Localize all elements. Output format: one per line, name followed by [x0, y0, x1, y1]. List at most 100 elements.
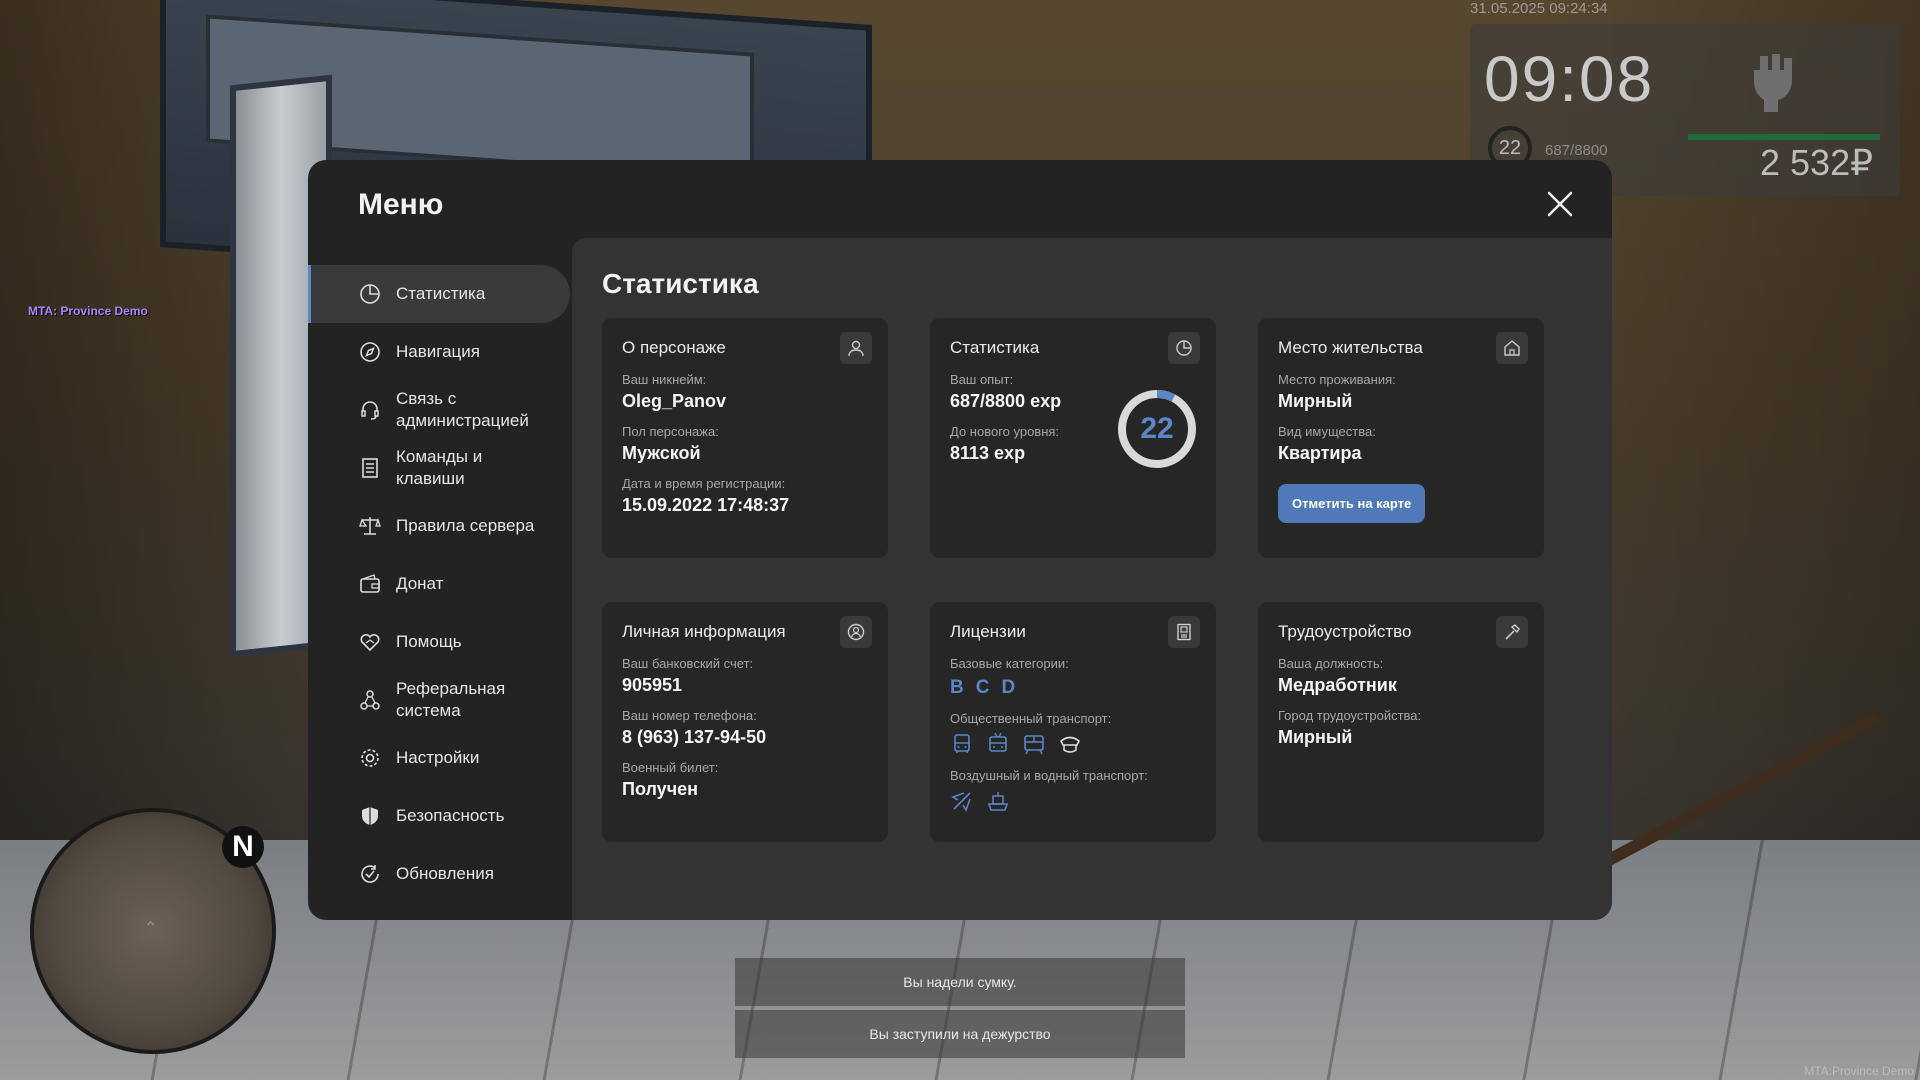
section-title: Статистика	[602, 268, 759, 299]
sidebar-item-navigation[interactable]: Навигация	[308, 323, 570, 381]
sidebar: Статистика Навигация Связь с администрац…	[308, 265, 570, 903]
bank-account-value: 905951	[622, 675, 683, 695]
sidebar-item-statistics[interactable]: Статистика	[308, 265, 570, 323]
pie-chart-icon	[358, 282, 382, 306]
sidebar-item-rules[interactable]: Правила сервера	[308, 497, 570, 555]
close-icon[interactable]	[1546, 190, 1574, 218]
sidebar-item-label: Реферальная система	[396, 679, 506, 720]
public-transport-licenses	[950, 732, 1196, 756]
server-label: MTA: Province Demo	[28, 304, 148, 318]
menu-title: Меню	[358, 188, 444, 221]
hud-health-bar	[1688, 134, 1880, 140]
sidebar-item-contact-admin[interactable]: Связь с администрацией	[308, 381, 570, 439]
north-indicator: N	[222, 826, 264, 868]
residence-place-label: Место проживания:	[1278, 372, 1396, 387]
air-water-licenses	[950, 789, 1196, 813]
sidebar-item-label: Статистика	[396, 284, 486, 303]
card-title: О персонаже	[622, 338, 726, 357]
card-title: Лицензии	[950, 622, 1026, 641]
player-arrow-icon: ⌃	[144, 920, 158, 937]
base-categories-label: Базовые категории:	[950, 656, 1069, 671]
tram-icon	[1024, 735, 1044, 755]
bus-icon	[954, 734, 970, 753]
sidebar-item-label: Команды и клавиши	[396, 447, 483, 488]
hud-datetime: 31.05.2025 09:24:34	[1470, 0, 1608, 17]
gear-icon	[358, 746, 382, 770]
sidebar-item-updates[interactable]: Обновления	[308, 845, 570, 903]
menu-window: Меню Статистика Навигация Связь с админи…	[308, 160, 1612, 920]
sidebar-item-label: Помощь	[396, 632, 462, 651]
user-icon	[840, 332, 872, 364]
scales-icon	[358, 514, 382, 538]
sidebar-item-settings[interactable]: Настройки	[308, 729, 570, 787]
document-list-icon	[358, 456, 382, 480]
military-id-label: Военный билет:	[622, 760, 719, 775]
phone-value: 8 (963) 137-94-50	[622, 727, 767, 747]
hammer-icon	[1496, 616, 1528, 648]
sidebar-item-label: Настройки	[396, 748, 480, 767]
mark-on-map-button[interactable]: Отметить на карте	[1278, 484, 1426, 523]
job-city-label: Город трудоустройства:	[1278, 708, 1422, 723]
pie-chart-icon	[1168, 332, 1200, 364]
card-statistics: Статистика Ваш опыт: 687/8800 exp До нов…	[930, 318, 1216, 558]
server-watermark: MTA:Province Demo	[1804, 1064, 1914, 1078]
compass-icon	[358, 340, 382, 364]
refresh-check-icon	[358, 862, 382, 886]
nickname-label: Ваш никнейм:	[622, 372, 707, 387]
card-employment: Трудоустройство Ваша должность: Медработ…	[1258, 602, 1544, 842]
phone-label: Ваш номер телефона:	[622, 708, 757, 723]
sidebar-item-label: Связь с администрацией	[396, 389, 529, 430]
card-personal-info: Личная информация Ваш банковский счет: 9…	[602, 602, 888, 842]
ship-icon	[987, 792, 1009, 811]
job-position-label: Ваша должность:	[1278, 656, 1384, 671]
wallet-icon	[358, 572, 382, 596]
sidebar-item-label: Навигация	[396, 342, 480, 361]
notification: Вы заступили на дежурство	[735, 1010, 1185, 1058]
id-card-icon	[1168, 616, 1200, 648]
card-persona: О персонаже Ваш никнейм: Oleg_Panov Пол …	[602, 318, 888, 558]
user-circle-icon	[840, 616, 872, 648]
military-id-value: Получен	[622, 779, 699, 799]
content-area: Статистика О персонаже Ваш никнейм: Oleg…	[572, 238, 1612, 920]
network-icon	[358, 688, 382, 712]
level-value: 22	[1140, 412, 1174, 445]
sidebar-item-label: Обновления	[396, 864, 494, 883]
bank-account-label: Ваш банковский счет:	[622, 656, 754, 671]
license-category: C	[975, 677, 990, 698]
public-transport-label: Общественный транспорт:	[950, 711, 1112, 726]
license-category: B	[950, 677, 964, 698]
shield-icon	[358, 804, 382, 828]
license-category: D	[1001, 677, 1016, 698]
sidebar-item-commands[interactable]: Команды и клавиши	[308, 439, 570, 497]
fist-icon	[1754, 54, 1792, 112]
airplane-icon	[951, 792, 971, 812]
property-type-value: Квартира	[1278, 443, 1362, 463]
registration-value: 15.09.2022 17:48:37	[622, 495, 790, 515]
card-title: Трудоустройство	[1278, 622, 1412, 641]
sidebar-item-label: Донат	[396, 574, 444, 593]
property-type-label: Вид имущества:	[1278, 424, 1376, 439]
gender-label: Пол персонажа:	[622, 424, 719, 439]
nickname-value: Oleg_Panov	[622, 391, 727, 411]
card-title: Место жительства	[1278, 338, 1423, 357]
trolleybus-icon	[989, 732, 1007, 752]
notification: Вы надели сумку.	[735, 958, 1185, 1006]
sidebar-item-referral[interactable]: Реферальная система	[308, 671, 570, 729]
base-categories: B C D	[950, 677, 1196, 699]
gender-value: Мужской	[622, 443, 701, 463]
card-title: Статистика	[950, 338, 1040, 357]
handshake-icon	[358, 630, 382, 654]
card-title: Личная информация	[622, 622, 786, 641]
job-position-value: Медработник	[1278, 675, 1397, 695]
hud-money: 2 532₽	[1760, 142, 1873, 183]
card-licenses: Лицензии Базовые категории: B C D Общест…	[930, 602, 1216, 842]
driver-cap-icon	[1059, 736, 1081, 753]
sidebar-item-donate[interactable]: Донат	[308, 555, 570, 613]
card-residence: Место жительства Место проживания: Мирны…	[1258, 318, 1544, 558]
sidebar-item-security[interactable]: Безопасность	[308, 787, 570, 845]
sidebar-item-help[interactable]: Помощь	[308, 613, 570, 671]
exp-label: Ваш опыт:	[950, 372, 1014, 387]
sidebar-item-label: Безопасность	[396, 806, 505, 825]
residence-place-value: Мирный	[1278, 391, 1353, 411]
house-icon	[1496, 332, 1528, 364]
